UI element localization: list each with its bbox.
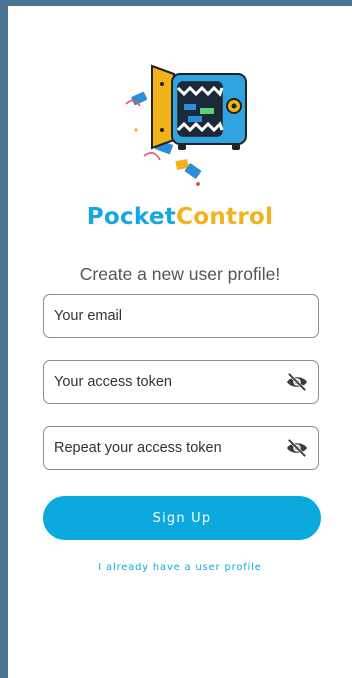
- repeat-access-token-input[interactable]: [54, 427, 274, 469]
- access-token-field[interactable]: [43, 360, 319, 404]
- email-input[interactable]: [54, 295, 274, 337]
- sign-up-button[interactable]: Sign Up: [43, 496, 321, 540]
- repeat-access-token-field[interactable]: [43, 426, 319, 470]
- safe-with-money-icon: [125, 64, 247, 186]
- eye-off-icon[interactable]: [286, 438, 308, 458]
- existing-profile-link[interactable]: I already have a user profile: [8, 562, 352, 573]
- brand-part-control: Control: [176, 204, 274, 230]
- eye-off-icon[interactable]: [286, 372, 308, 392]
- device-frame: PocketControl Create a new user profile!: [0, 0, 352, 678]
- app-brand-title: PocketControl: [8, 204, 352, 230]
- email-field[interactable]: [43, 294, 319, 338]
- brand-part-pocket: Pocket: [86, 204, 177, 230]
- access-token-input[interactable]: [54, 361, 274, 403]
- page-heading: Create a new user profile!: [79, 264, 281, 284]
- signup-screen: PocketControl Create a new user profile!: [8, 6, 352, 678]
